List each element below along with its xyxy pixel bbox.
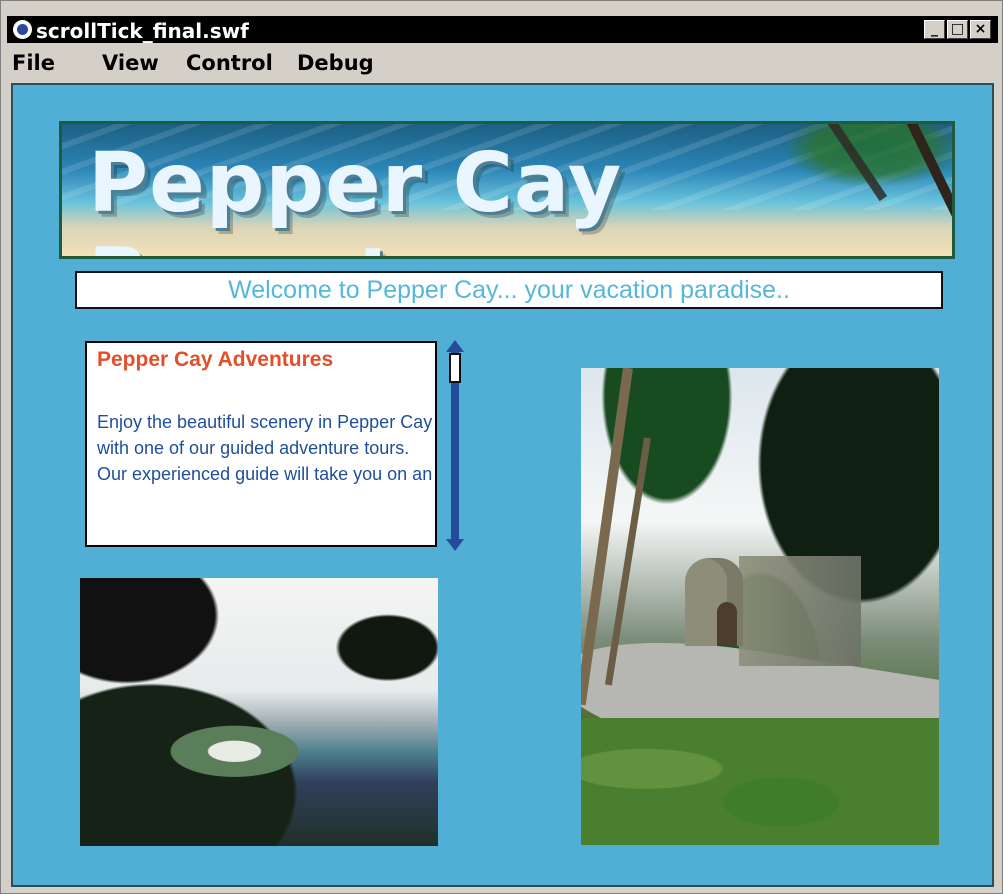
scrollbar-thumb[interactable] [449, 353, 461, 383]
minimize-icon[interactable]: _ [924, 20, 945, 39]
stone-wall-image [739, 556, 861, 666]
adventure-body: Enjoy the beautiful scenery in Pepper Ca… [97, 412, 433, 484]
menu-file[interactable]: File [12, 51, 55, 75]
app-window: scrollTick_final.swf _ □ × File View Con… [0, 0, 1003, 894]
ruins-road-photo [581, 368, 939, 845]
title-bar: scrollTick_final.swf _ □ × [7, 16, 998, 43]
welcome-box: Welcome to Pepper Cay... your vacation p… [75, 271, 943, 309]
stone-arch-image [685, 558, 743, 646]
menu-bar: File View Control Debug [7, 45, 998, 81]
flash-icon [13, 20, 32, 39]
adventure-title: Pepper Cay Adventures [97, 348, 334, 371]
menu-control[interactable]: Control [186, 51, 273, 75]
menu-debug[interactable]: Debug [297, 51, 374, 75]
scroll-down-arrow[interactable] [446, 539, 464, 551]
window-title: scrollTick_final.swf [36, 19, 249, 43]
banner-title: Pepper Cay Resort [88, 136, 623, 256]
welcome-text: Welcome to Pepper Cay... your vacation p… [228, 276, 790, 304]
adventure-textbox: Pepper Cay Adventures Enjoy the beautifu… [85, 341, 437, 547]
maximize-icon[interactable]: □ [947, 20, 968, 39]
close-icon[interactable]: × [970, 20, 991, 39]
island-shore-image [148, 718, 336, 792]
grass-image [581, 718, 939, 845]
menu-view[interactable]: View [102, 51, 159, 75]
ocean-view-photo [80, 578, 438, 846]
flash-stage: Pepper Cay Resort Welcome to Pepper Cay.… [11, 83, 994, 887]
resort-banner: Pepper Cay Resort [59, 121, 955, 259]
